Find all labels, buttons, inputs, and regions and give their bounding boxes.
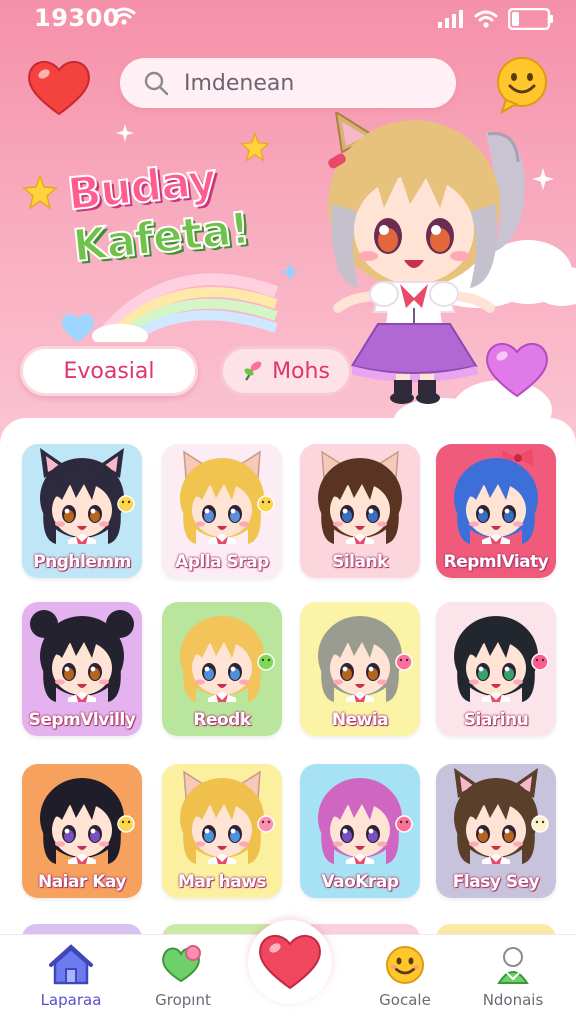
heart-icon [486, 343, 548, 398]
character-portrait [454, 768, 549, 864]
primary-category-button[interactable]: Evoasial [20, 346, 198, 396]
wifi-icon [112, 7, 136, 25]
character-portrait [40, 778, 135, 864]
nav-label-profile: Ndonais [482, 991, 544, 1009]
rainbow-icon [92, 273, 279, 342]
character-portrait [30, 610, 134, 702]
flower-icon [244, 361, 262, 381]
heart-balloon-icon [162, 945, 201, 983]
nav-item-profile[interactable]: Ndonais [458, 943, 568, 1009]
smile-face-icon[interactable] [492, 54, 552, 114]
character-portrait [318, 450, 402, 544]
character-name: VaoKrap [321, 872, 399, 892]
character-card[interactable]: Flasy Sey [436, 764, 556, 898]
character-card[interactable]: Silank [300, 444, 420, 578]
character-card[interactable]: Aplla Srap [162, 444, 282, 578]
search-input[interactable]: Imdenean [184, 71, 294, 96]
character-name: Silank [332, 552, 388, 572]
sparkle-icon [116, 124, 134, 142]
secondary-category-button[interactable]: Mohs [220, 346, 352, 396]
character-card[interactable]: Naiar Kay [22, 764, 142, 898]
hero-banner: 19300 Imdenean Buday Kafeta! Evoasial Mo… [0, 0, 576, 440]
character-portrait [40, 448, 135, 544]
primary-category-label: Evoasial [63, 358, 155, 384]
character-name: Naiar Kay [37, 872, 127, 892]
character-name: SepmVlvilly [28, 710, 136, 730]
character-name: RepmlViaty [443, 552, 549, 572]
house-icon [49, 944, 93, 985]
character-name: Flasy Sey [452, 872, 540, 892]
character-icon [497, 947, 529, 984]
character-portrait [318, 778, 413, 864]
character-name: Newia [331, 710, 389, 730]
nav-item-gocale[interactable]: Gocale [350, 943, 460, 1009]
character-card[interactable]: Siarinu [436, 602, 556, 736]
search-icon [144, 71, 169, 96]
nav-label-home: Laparaa [40, 991, 102, 1009]
character-name: Siarinu [463, 710, 529, 730]
character-name: Aplla Srap [175, 552, 269, 572]
smile-face-icon [386, 946, 424, 984]
signal-icon [438, 10, 463, 28]
character-name: Mar haws [177, 872, 267, 892]
heart-icon [62, 314, 94, 342]
character-portrait [180, 450, 275, 544]
character-portrait [454, 616, 549, 702]
character-card[interactable]: Newia [300, 602, 420, 736]
nav-label-group: Gropınt [155, 991, 211, 1009]
secondary-category-label: Mohs [272, 358, 330, 384]
character-card[interactable]: Mar haws [162, 764, 282, 898]
wifi-icon [474, 10, 498, 28]
character-card[interactable]: RepmlViaty [436, 444, 556, 578]
nav-label-gocale: Gocale [379, 991, 431, 1009]
nav-item-home[interactable]: Laparaa [16, 943, 126, 1009]
heart-icon [28, 61, 90, 116]
status-bar: 19300 [0, 0, 576, 36]
character-portrait [318, 616, 413, 702]
character-name: Pnghlemm [33, 552, 131, 572]
character-card[interactable]: SepmVlvilly [22, 602, 142, 736]
star-icon [22, 174, 58, 210]
nav-item-group[interactable]: Gropınt [128, 943, 238, 1009]
character-name: Reodk [193, 710, 251, 730]
character-card[interactable]: Reodk [162, 602, 282, 736]
character-card[interactable]: Pnghlemm [22, 444, 142, 578]
character-grid: Pnghlemm Aplla Srap Silank RepmlViaty Se… [0, 418, 576, 958]
character-card[interactable]: VaoKrap [300, 764, 420, 898]
sparkle-icon [280, 262, 300, 282]
search-bar[interactable]: Imdenean [120, 58, 456, 108]
app-logo: Buday Kafeta! [64, 147, 295, 273]
heart-icon [259, 935, 321, 990]
character-portrait [180, 770, 275, 864]
character-portrait [454, 448, 538, 544]
character-portrait [180, 616, 275, 702]
status-time: 19300 [34, 4, 120, 32]
favorite-heart-button[interactable] [248, 920, 332, 1004]
battery-icon [508, 8, 553, 30]
